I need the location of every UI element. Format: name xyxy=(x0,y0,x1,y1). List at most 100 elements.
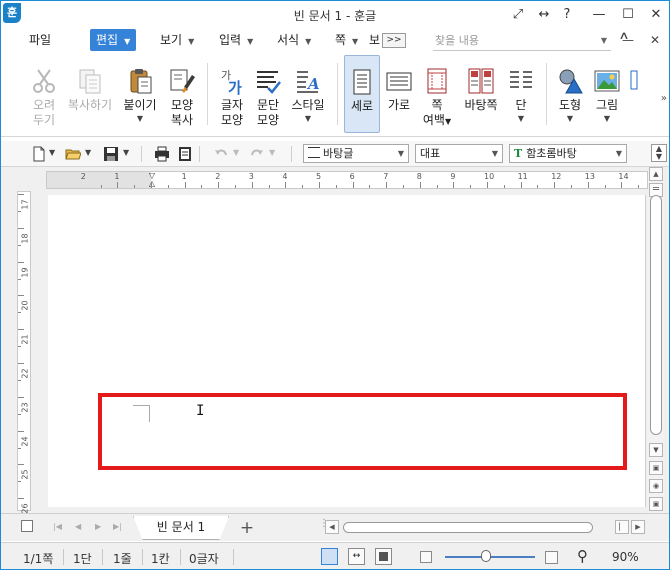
vertical-ruler[interactable]: 17 18 19 20 21 22 23 24 25 26 xyxy=(17,191,31,517)
button-label: 스타일 xyxy=(291,98,325,112)
ruler-tick xyxy=(18,261,24,263)
ruler-tick xyxy=(167,185,169,188)
page-margin-button[interactable]: 쪽 여백▼ xyxy=(419,55,455,133)
dropdown-arrow-icon[interactable]: ▼ xyxy=(398,145,404,162)
full-page-view-icon[interactable] xyxy=(375,548,392,565)
master-page-button[interactable]: 바탕쪽 xyxy=(460,55,502,133)
scroll-end-icon[interactable]: ▏ xyxy=(615,520,629,534)
portrait-button[interactable]: 세로 xyxy=(344,55,380,133)
dropdown-arrow-icon[interactable]: ▼ xyxy=(85,148,91,157)
dropdown-arrow-icon[interactable]: ▼ xyxy=(590,113,624,125)
dropdown-arrow-icon[interactable]: ▼ xyxy=(119,113,161,125)
ribbon-separator xyxy=(546,63,547,125)
horizontal-ruler[interactable]: ▽ △ 2 1 1 2 3 4 5 6 7 8 9 10 11 12 13 14 xyxy=(46,171,648,189)
maximize-button[interactable]: ☐ xyxy=(615,5,641,25)
dropdown-arrow-icon[interactable]: ▼ xyxy=(505,113,537,125)
fullscreen-icon[interactable]: ⤢ xyxy=(505,5,531,25)
horizontal-scrollbar[interactable]: ◀ ▏ ▶ xyxy=(325,520,645,536)
ribbon-clipped-button[interactable] xyxy=(626,55,640,133)
status-page[interactable]: 1/1쪽 xyxy=(23,550,53,567)
next-tab-icon[interactable]: ▶ xyxy=(95,522,101,531)
zoom-out-icon[interactable] xyxy=(420,551,432,563)
font-select[interactable]: T 함초롬바탕 ▼ xyxy=(509,144,627,163)
first-tab-icon[interactable]: |◀ xyxy=(53,522,62,531)
scroll-right-icon[interactable]: ▶ xyxy=(631,520,645,534)
scroll-left-icon[interactable]: ◀ xyxy=(325,520,339,534)
style-button[interactable]: A 스타일 ▼ xyxy=(287,55,329,133)
menu-label: 보 xyxy=(369,33,381,47)
menu-edit[interactable]: 편집 ▼ xyxy=(90,29,137,51)
h-scroll-thumb[interactable] xyxy=(343,522,593,533)
menu-label: 입력 xyxy=(219,33,242,47)
dropdown-arrow-icon[interactable]: ▼ xyxy=(49,148,55,157)
menu-insert[interactable]: 입력 ▼ xyxy=(219,29,253,51)
menu-review[interactable]: 보 xyxy=(369,29,380,51)
zoom-in-icon[interactable] xyxy=(545,551,558,564)
ribbon-more-icon[interactable]: » xyxy=(661,93,667,104)
add-tab-button[interactable]: + xyxy=(237,518,257,538)
style-select[interactable]: 바탕글 ▼ xyxy=(303,144,409,163)
search-input[interactable]: 찾을 내용 ▼ xyxy=(433,31,611,51)
select-browse-icon[interactable]: ◉ xyxy=(649,479,663,493)
dropdown-arrow-icon[interactable]: ▼ xyxy=(233,148,239,157)
paragraph-style-icon xyxy=(308,147,320,158)
ruler-tick xyxy=(302,185,304,188)
redo-icon[interactable] xyxy=(249,146,265,162)
copy-button[interactable]: 복사하기 xyxy=(65,55,115,133)
para-shape-button[interactable]: 문단 모양 xyxy=(250,55,286,133)
columns-button[interactable]: 단 ▼ xyxy=(505,55,537,133)
menu-more-button[interactable]: >> xyxy=(382,33,406,48)
doc-close-icon[interactable]: ✕ xyxy=(650,33,660,47)
dropdown-arrow-icon[interactable]: ▼ xyxy=(601,31,607,51)
open-folder-icon[interactable] xyxy=(65,146,82,162)
last-tab-icon[interactable]: ▶| xyxy=(113,522,122,531)
menu-view[interactable]: 보기 ▼ xyxy=(160,29,194,51)
width-view-icon[interactable]: ↔ xyxy=(348,548,365,565)
print-icon[interactable] xyxy=(154,146,170,162)
prev-page-icon[interactable]: ▣ xyxy=(649,461,663,475)
new-document-icon[interactable] xyxy=(31,146,47,162)
dropdown-arrow-icon[interactable]: ▼ xyxy=(616,145,622,162)
ribbon-collapse-icon[interactable]: ∧ xyxy=(618,29,629,42)
minimize-button[interactable]: — xyxy=(586,5,612,25)
save-icon[interactable] xyxy=(103,146,119,162)
menu-file[interactable]: 파일 xyxy=(29,29,51,51)
ruler-tick xyxy=(18,210,21,212)
picture-button[interactable]: 그림 ▼ xyxy=(590,55,624,133)
dropdown-arrow-icon[interactable]: ▼ xyxy=(553,113,587,125)
next-page-icon[interactable]: ▣ xyxy=(649,497,663,511)
tab-view-icon[interactable] xyxy=(21,520,33,532)
dropdown-arrow-icon[interactable]: ▼ xyxy=(269,148,275,157)
menu-format[interactable]: 서식 ▼ xyxy=(277,29,311,51)
dropdown-arrow-icon[interactable]: ▼ xyxy=(492,145,498,162)
outline-select[interactable]: 대표 ▼ xyxy=(415,144,503,163)
vertical-scrollbar[interactable]: ▲ ═ ▼ ▣ ◉ ▣ xyxy=(648,167,664,513)
format-painter-button[interactable]: 모양 복사 xyxy=(163,55,201,133)
help-icon[interactable]: ? xyxy=(554,5,580,25)
zoom-search-icon[interactable]: ⚲ xyxy=(577,547,588,565)
prev-tab-icon[interactable]: ◀ xyxy=(75,522,81,531)
menu-page[interactable]: 쪽 ▼ xyxy=(335,29,358,51)
cut-button[interactable]: 오려 두기 xyxy=(23,55,65,133)
scroll-up-icon[interactable]: ▲ xyxy=(649,167,663,181)
tab-document-1[interactable]: 빈 문서 1 xyxy=(133,516,229,540)
scroll-down-icon[interactable]: ▼ xyxy=(649,443,663,457)
indent-marker-icon[interactable]: ▽ △ xyxy=(148,172,156,188)
paste-button[interactable]: 붙이기 ▼ xyxy=(119,55,161,133)
print-preview-icon[interactable] xyxy=(177,146,193,162)
dropdown-arrow-icon[interactable]: ▼ xyxy=(123,148,129,157)
ruler-number: 9 xyxy=(450,172,456,181)
scroll-thumb[interactable] xyxy=(650,195,662,435)
char-shape-button[interactable]: 가가 글자 모양 xyxy=(214,55,250,133)
dropdown-arrow-icon[interactable]: ▼ xyxy=(445,117,451,126)
button-label: 모양 xyxy=(170,98,194,112)
close-button[interactable]: ✕ xyxy=(643,5,669,25)
landscape-button[interactable]: 가로 xyxy=(382,55,416,133)
toolbar-expand-icon[interactable]: ▲ ▼ xyxy=(651,144,667,162)
shapes-button[interactable]: 도형 ▼ xyxy=(553,55,587,133)
undo-icon[interactable] xyxy=(213,146,229,162)
zoom-slider-thumb[interactable] xyxy=(481,550,491,562)
zoom-level[interactable]: 90% xyxy=(612,550,639,564)
dropdown-arrow-icon[interactable]: ▼ xyxy=(287,113,329,125)
page-view-icon[interactable] xyxy=(321,548,338,565)
